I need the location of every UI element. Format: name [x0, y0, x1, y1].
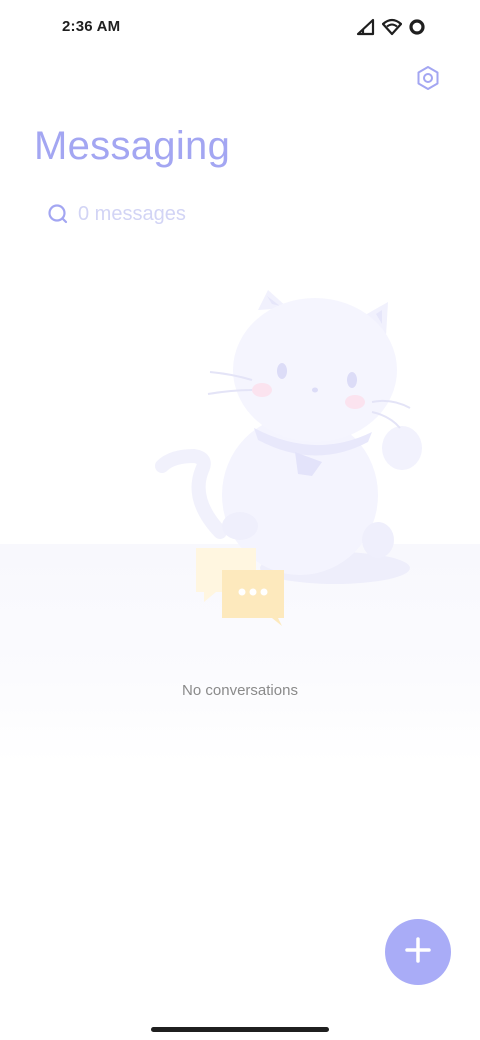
page-title: Messaging	[34, 124, 231, 168]
empty-state-message: No conversations	[182, 682, 298, 699]
cellular-signal-icon	[356, 18, 376, 36]
settings-button[interactable]	[412, 64, 444, 96]
circle-status-icon	[408, 18, 426, 36]
new-conversation-button[interactable]	[385, 919, 451, 985]
chat-bubbles-illustration	[190, 540, 290, 630]
search-placeholder: 0 messages	[78, 202, 186, 225]
plus-icon	[404, 936, 432, 969]
status-icons	[356, 18, 426, 36]
search-bar[interactable]: 0 messages	[46, 198, 366, 230]
wifi-icon	[382, 18, 402, 36]
status-bar: 2:36 AM	[0, 0, 480, 56]
status-time: 2:36 AM	[62, 18, 121, 35]
settings-hexagon-icon	[415, 65, 441, 96]
search-icon	[46, 202, 70, 226]
gesture-nav-handle[interactable]	[151, 1027, 329, 1032]
